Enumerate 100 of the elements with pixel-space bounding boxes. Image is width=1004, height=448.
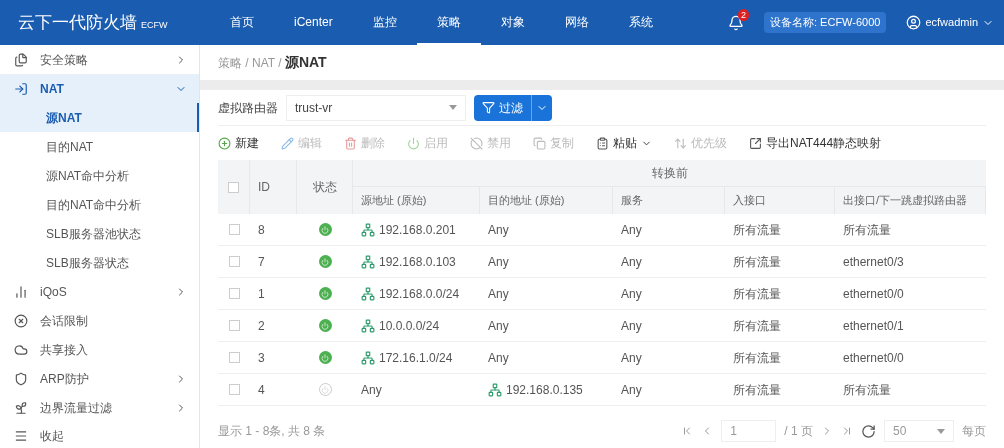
table-row[interactable]: 2 10.0.0.0/24 Any Any 所有流量 ethernet0/1 — [218, 310, 986, 342]
power-icon — [407, 136, 420, 150]
refresh-icon[interactable] — [861, 423, 876, 439]
collapse-link[interactable]: 收起 — [40, 427, 64, 445]
table-cell: 所有流量 — [733, 382, 781, 397]
checkbox[interactable] — [228, 181, 239, 193]
table-cell: 所有流量 — [733, 254, 781, 269]
checkbox[interactable] — [228, 384, 240, 395]
sidebar-item[interactable]: iQoS — [0, 277, 199, 306]
device-name: 设备名称: ECFW-6000 — [764, 12, 887, 33]
add-icon — [218, 136, 231, 150]
bell-icon[interactable] — [728, 14, 744, 31]
table-cell-text: 192.168.0.0/24 — [379, 285, 460, 303]
table-row[interactable]: 4 Any 192.168.0.135 Any 所有流量 所有流量 — [218, 374, 986, 406]
user-menu[interactable]: ecfwadmin — [906, 14, 994, 31]
product-title: 云下一代防火墙 — [18, 11, 137, 34]
table-cell: ethernet0/1 — [843, 318, 904, 333]
table-row[interactable]: 1 192.168.0.0/24 Any Any 所有流量 ethernet0/0 — [218, 278, 986, 310]
nav-tab[interactable]: 首页 — [210, 0, 274, 45]
table-cell: 4 — [258, 382, 265, 397]
collapse-icon[interactable] — [14, 429, 28, 443]
nav-tab[interactable]: 网络 — [544, 0, 609, 45]
table-cell: Any — [488, 318, 509, 333]
sidebar-subitem[interactable]: 目的NAT — [0, 132, 199, 161]
sidebar-item[interactable]: 会话限制 — [0, 306, 199, 335]
filter-icon — [482, 101, 495, 114]
router-select[interactable]: trust-vr — [286, 94, 466, 121]
table-row[interactable]: 3 172.16.1.0/24 Any Any 所有流量 ethernet0/0 — [218, 342, 986, 374]
table-cell: ethernet0/0 — [843, 350, 904, 365]
table-cell: 7 — [258, 254, 265, 269]
table-cell-text: 192.168.0.135 — [506, 381, 583, 399]
column-header: 目的地址 (原始) — [488, 193, 565, 209]
table-cell: Any — [361, 382, 382, 397]
table-cell: Any — [488, 254, 509, 269]
table-cell: 所有流量 — [843, 382, 891, 397]
last-page-icon[interactable] — [841, 425, 853, 437]
table-cell: 8 — [258, 222, 265, 237]
table-row[interactable]: 8 192.168.0.201 Any Any 所有流量 所有流量 — [218, 214, 986, 246]
table-cell-text: 192.168.0.201 — [379, 221, 456, 239]
login-arrow-icon — [14, 81, 28, 96]
checkbox[interactable] — [228, 352, 240, 363]
table-cell-text: 172.16.1.0/24 — [379, 349, 453, 367]
table-cell-text: 10.0.0.0/24 — [379, 317, 440, 335]
column-header: 入接口 — [733, 193, 766, 209]
table-cell-text: 192.168.0.103 — [379, 253, 456, 271]
sidebar-subitem[interactable]: 源NAT命中分析 — [0, 161, 199, 190]
dropdown-icon — [449, 105, 457, 110]
edit-icon — [281, 136, 294, 150]
table-cell: 所有流量 — [843, 222, 891, 237]
sidebar-subitem[interactable]: SLB服务器状态 — [0, 248, 199, 277]
network-icon — [361, 318, 375, 333]
checkbox[interactable] — [228, 320, 240, 331]
checkbox[interactable] — [228, 288, 240, 299]
priority-icon — [674, 136, 687, 150]
checkbox[interactable] — [228, 256, 240, 267]
table-cell: Any — [621, 318, 642, 333]
toolbar-button[interactable]: 导出NAT444静态映射 — [749, 134, 882, 152]
table-cell: Any — [488, 222, 509, 237]
sidebar-subitem[interactable]: SLB服务器池状态 — [0, 219, 199, 248]
table-row[interactable]: 7 192.168.0.103 Any Any 所有流量 ethernet0/3 — [218, 246, 986, 278]
sidebar-item[interactable]: 共享接入 — [0, 335, 199, 364]
checkbox[interactable] — [228, 224, 240, 235]
nav-tab[interactable]: 系统 — [608, 0, 673, 45]
table-cell: Any — [621, 222, 642, 237]
table-cell: Any — [488, 350, 509, 365]
network-icon — [361, 350, 375, 365]
sidebar-item[interactable]: 边界流量过滤 — [0, 393, 199, 422]
nav-tab[interactable]: 对象 — [480, 0, 545, 45]
table-cell: 2 — [258, 318, 265, 333]
toolbar-button[interactable]: 粘贴 — [596, 134, 652, 152]
circle-x-icon — [14, 313, 28, 328]
sidebar-item[interactable]: 安全策略 — [0, 45, 199, 74]
paste-icon — [596, 136, 609, 150]
table-cell: 3 — [258, 350, 265, 365]
network-icon — [361, 254, 375, 269]
table-cell: Any — [488, 286, 509, 301]
network-icon — [361, 286, 375, 301]
table-cell: Any — [621, 254, 642, 269]
column-header: 状态 — [312, 179, 337, 196]
table-cell: Any — [621, 382, 642, 397]
sidebar-item[interactable]: ARP防护 — [0, 364, 199, 393]
export-icon — [749, 136, 762, 150]
sidebar-subitem[interactable]: 源NAT — [0, 103, 199, 132]
bar-chart-icon — [14, 284, 28, 299]
table-cell: ethernet0/0 — [843, 286, 904, 301]
user-icon — [906, 15, 922, 30]
nav-tab[interactable]: iCenter — [274, 0, 353, 45]
disable-icon — [470, 136, 483, 150]
copy-icon — [533, 136, 546, 150]
nav-tab[interactable]: 监控 — [352, 0, 417, 45]
sidebar-subitem[interactable]: 目的NAT命中分析 — [0, 190, 199, 219]
toolbar-button[interactable]: 新建 — [218, 134, 259, 152]
files-icon — [14, 52, 28, 67]
table-cell: ethernet0/3 — [843, 254, 904, 269]
breadcrumb: 策略 / NAT / 源NAT — [218, 53, 327, 72]
delete-icon — [344, 136, 357, 150]
sprout-icon — [14, 400, 28, 415]
table-cell: 1 — [258, 286, 265, 301]
table-cell: Any — [621, 286, 642, 301]
sidebar-item[interactable]: NAT — [0, 74, 199, 103]
